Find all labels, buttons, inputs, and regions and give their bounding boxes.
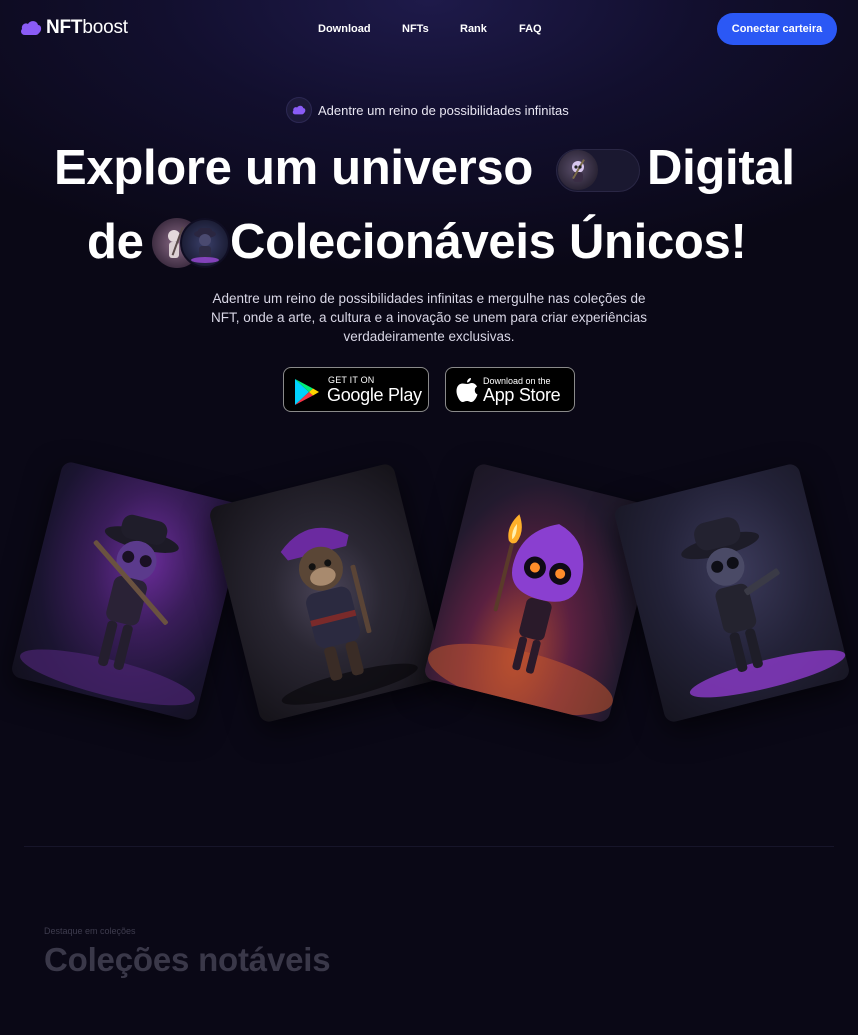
top-navigation: NFTboost Download NFTs Rank FAQ Conectar…: [0, 0, 858, 58]
google-play-label: Google Play: [327, 385, 422, 405]
nft-card-monkey-pirate[interactable]: [207, 462, 447, 724]
nft-avatar-thumbnail: [180, 218, 230, 268]
hero-badge: Adentre um reino de possibilidades infin…: [286, 97, 569, 123]
google-play-icon: [295, 379, 319, 405]
cloud-badge-icon: [286, 97, 312, 123]
cloud-logo-icon: [21, 21, 42, 35]
hero-badge-text: Adentre um reino de possibilidades infin…: [318, 102, 569, 118]
nav-link-nfts[interactable]: NFTs: [402, 23, 429, 35]
headline-line1-end: Digital: [647, 141, 795, 195]
nft-card-skeleton-gunslinger[interactable]: [612, 462, 852, 724]
hero-description: Adentre um reino de possibilidades infin…: [211, 291, 647, 344]
google-play-button[interactable]: GET IT ON Google Play: [283, 367, 429, 412]
google-play-small-text: GET IT ON: [328, 375, 375, 385]
collections-eyebrow: Destaque em coleções: [44, 926, 136, 936]
brand-name: NFTboost: [46, 17, 128, 38]
headline-line2-end: Colecionáveis Únicos!: [230, 215, 747, 269]
app-store-label: App Store: [483, 385, 561, 405]
headline-line2-start: de: [87, 215, 144, 269]
brand-logo[interactable]: NFTboost: [20, 17, 128, 39]
nft-card-purple-skeleton-pirate[interactable]: [9, 460, 249, 722]
nft-card-torch-creature[interactable]: [422, 462, 662, 724]
headline-line1-start: Explore um universo: [54, 141, 533, 195]
collections-title: Coleções notáveis: [44, 941, 331, 978]
nav-link-faq[interactable]: FAQ: [519, 23, 542, 35]
app-store-button[interactable]: Download on the App Store: [445, 367, 575, 412]
section-divider: [24, 846, 834, 847]
nav-link-rank[interactable]: Rank: [460, 23, 487, 35]
connect-wallet-button[interactable]: Conectar carteira: [717, 13, 837, 45]
nav-link-download[interactable]: Download: [318, 23, 371, 35]
nft-avatar-thumbnail: [558, 150, 598, 190]
apple-icon: [456, 378, 478, 402]
